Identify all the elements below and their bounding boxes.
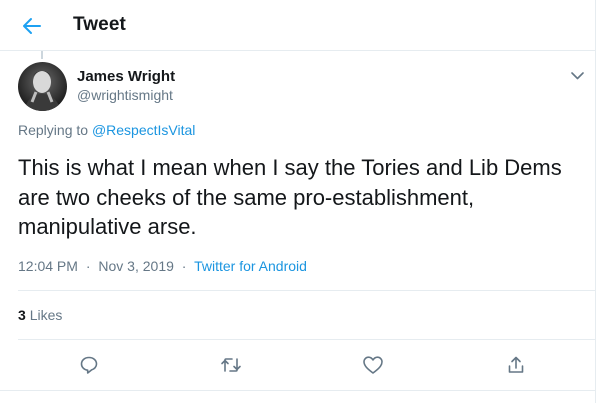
user-avatar-photo [18,62,67,111]
divider [0,390,595,391]
avatar[interactable] [18,62,67,111]
divider [18,339,595,340]
retweet-icon [221,358,241,372]
meta-separator: · [181,258,187,274]
chevron-down-icon [570,72,584,80]
author-handle[interactable]: @wrightismight [77,87,173,103]
likes-label: Likes [29,307,63,323]
share-button[interactable] [504,353,528,377]
tweet-source-link[interactable]: Twitter for Android [194,258,307,274]
reply-button[interactable] [77,353,101,377]
tweet-date[interactable]: Nov 3, 2019 [98,258,174,274]
heart-icon [363,356,383,374]
retweet-button[interactable] [219,353,243,377]
page-title: Tweet [73,14,126,35]
meta-separator: · [85,258,91,274]
reply-icon [80,356,98,374]
tweet-meta: 12:04 PM · Nov 3, 2019 · Twitter for And… [18,258,307,274]
thread-connector-line [41,51,43,59]
likes-stat[interactable]: 3 Likes [18,307,62,323]
arrow-left-icon [23,18,41,34]
likes-count: 3 [18,307,26,323]
divider [18,290,595,291]
replying-to-label: Replying to [18,122,89,138]
share-icon [508,356,524,373]
more-options-button[interactable] [566,67,588,85]
replying-to-line: Replying to @RespectIsVital [18,122,195,138]
like-button[interactable] [361,353,385,377]
tweet-text: This is what I mean when I say the Torie… [18,155,562,239]
tweet-time[interactable]: 12:04 PM [18,258,78,274]
back-button[interactable] [17,11,47,41]
column-border [595,0,603,403]
replying-to-handle-link[interactable]: @RespectIsVital [92,122,195,138]
page-header: Tweet [0,0,595,51]
tweet-page: Tweet James Wright @wrightismight Replyi… [0,0,603,403]
author-display-name[interactable]: James Wright [77,68,175,85]
